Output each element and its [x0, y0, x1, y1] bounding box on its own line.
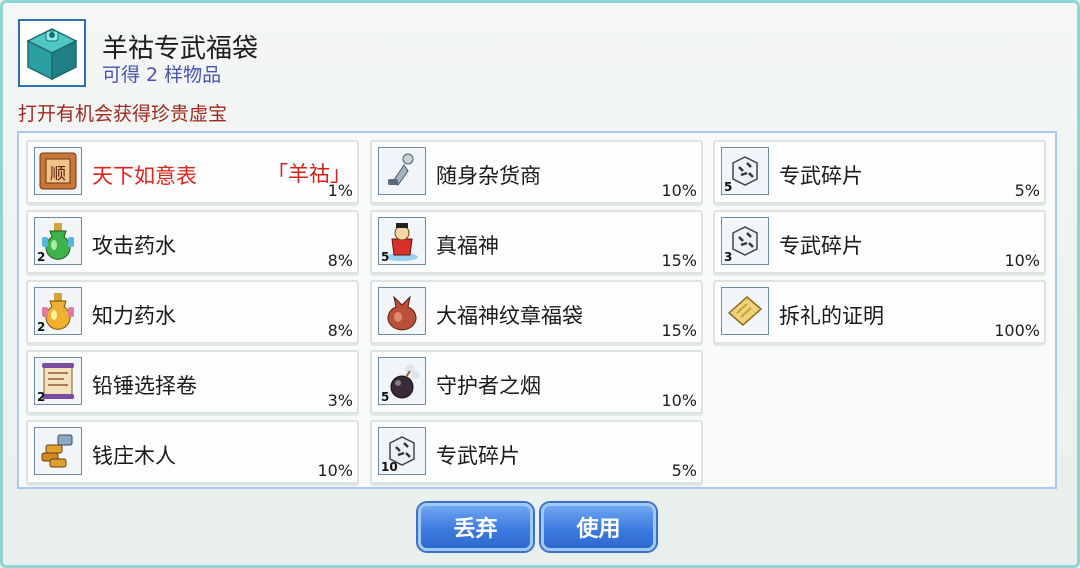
- svg-text:顺: 顺: [50, 164, 66, 183]
- scroll-icon: 2: [34, 357, 82, 405]
- item-probability: 10%: [661, 391, 697, 410]
- item-probability: 1%: [327, 181, 353, 200]
- gold-ticket-icon: [721, 287, 769, 335]
- green-potion-icon: 2: [34, 217, 82, 265]
- list-item[interactable]: 顺 天下如意表 「羊祜」 1%: [26, 140, 359, 204]
- fortune-god-icon: 5: [378, 217, 426, 265]
- list-item[interactable]: 2 铅锤选择卷 3%: [26, 350, 359, 414]
- item-quantity: 5: [381, 390, 390, 404]
- teal-gift-box-icon: [18, 19, 86, 87]
- list-item[interactable]: 2 知力药水 8%: [26, 280, 359, 344]
- list-item[interactable]: 3 专武碎片 10%: [713, 210, 1046, 274]
- lucky-bag-icon: [378, 287, 426, 335]
- list-item[interactable]: 拆礼的证明 100%: [713, 280, 1046, 344]
- item-quantity: 3: [724, 250, 733, 264]
- item-quantity: 5: [381, 250, 390, 264]
- list-item[interactable]: 大福神纹章福袋 15%: [370, 280, 703, 344]
- item-probability: 100%: [994, 321, 1040, 340]
- item-probability: 5%: [671, 461, 697, 480]
- item-name: 铅锤选择卷: [92, 374, 197, 398]
- list-item[interactable]: 5 真福神 15%: [370, 210, 703, 274]
- discard-button[interactable]: 丢弃: [418, 503, 533, 551]
- item-probability: 15%: [661, 321, 697, 340]
- fragment-icon: 5: [721, 147, 769, 195]
- merchant-figure-icon: [378, 147, 426, 195]
- description-text: 打开有机会获得珍贵虚宝: [18, 103, 228, 125]
- yellow-potion-icon: 2: [34, 287, 82, 335]
- item-probability: 10%: [661, 181, 697, 200]
- item-name: 拆礼的证明: [779, 304, 884, 328]
- fragment-icon: 3: [721, 217, 769, 265]
- item-name: 知力药水: [92, 304, 176, 328]
- reward-list-panel: 顺 天下如意表 「羊祜」 1% 2 攻击药水 8% 2 知力药水 8% 2 铅锤…: [17, 131, 1057, 489]
- item-name: 攻击药水: [92, 234, 176, 258]
- fragment-icon: 10: [378, 427, 426, 475]
- item-probability: 3%: [327, 391, 353, 410]
- list-item[interactable]: 5 专武碎片 5%: [713, 140, 1046, 204]
- item-name: 大福神纹章福袋: [436, 304, 583, 328]
- item-probability: 10%: [317, 461, 353, 480]
- list-item[interactable]: 2 攻击药水 8%: [26, 210, 359, 274]
- item-quantity: 2: [37, 320, 46, 334]
- item-name: 守护者之烟: [436, 374, 541, 398]
- list-item[interactable]: 钱庄木人 10%: [26, 420, 359, 484]
- item-probability: 10%: [1004, 251, 1040, 270]
- item-quantity: 10: [381, 460, 398, 474]
- item-name: 专武碎片: [436, 444, 520, 468]
- item-probability: 15%: [661, 251, 697, 270]
- item-count-subtitle: 可得 2 样物品: [102, 64, 222, 86]
- item-name: 专武碎片: [779, 164, 863, 188]
- item-probability: 8%: [327, 321, 353, 340]
- item-quantity: 2: [37, 390, 46, 404]
- item-name: 真福神: [436, 234, 499, 258]
- item-name: 随身杂货商: [436, 164, 541, 188]
- item-name: 天下如意表: [92, 164, 197, 188]
- watch-scroll-icon: 顺: [34, 147, 82, 195]
- smoke-bomb-icon: 5: [378, 357, 426, 405]
- item-name: 专武碎片: [779, 234, 863, 258]
- item-quantity: 2: [37, 250, 46, 264]
- item-probability: 8%: [327, 251, 353, 270]
- list-item[interactable]: 随身杂货商 10%: [370, 140, 703, 204]
- item-quantity: 5: [724, 180, 733, 194]
- use-button[interactable]: 使用: [541, 503, 656, 551]
- item-probability: 5%: [1014, 181, 1040, 200]
- list-item[interactable]: 10 专武碎片 5%: [370, 420, 703, 484]
- gold-puppet-icon: [34, 427, 82, 475]
- list-item[interactable]: 5 守护者之烟 10%: [370, 350, 703, 414]
- item-name: 钱庄木人: [92, 444, 176, 468]
